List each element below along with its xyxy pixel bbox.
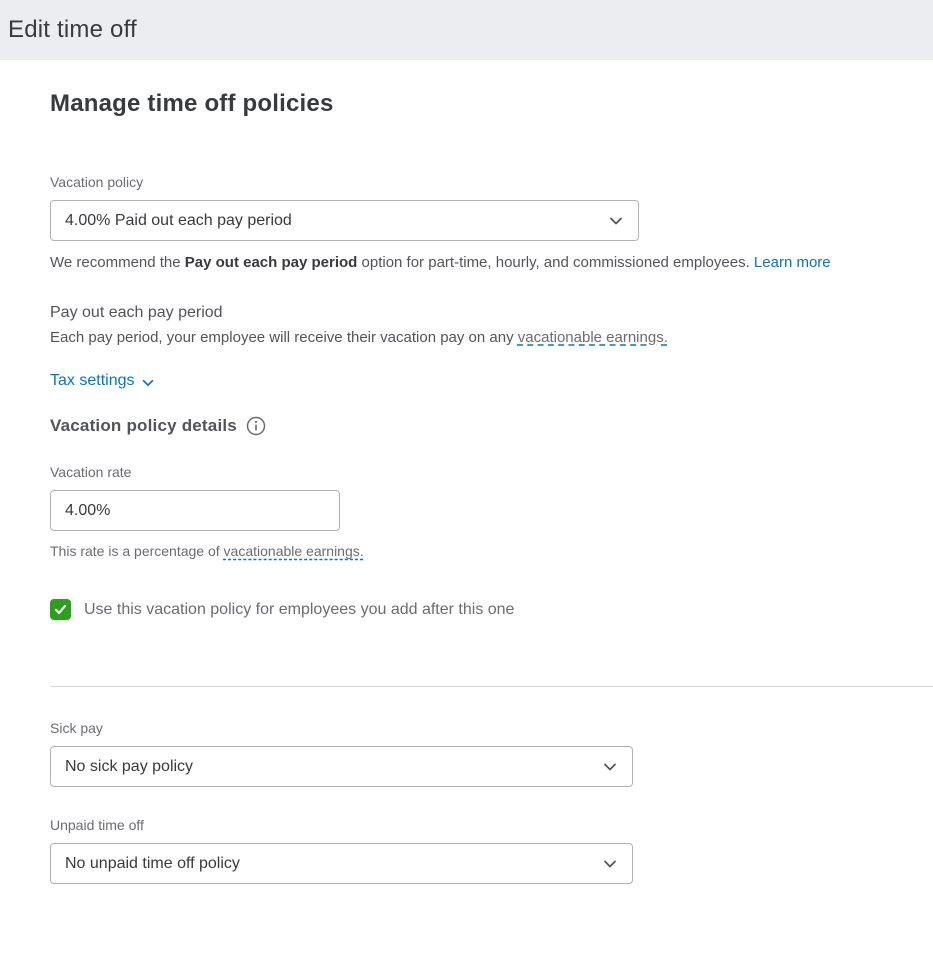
vacation-details-heading-row: Vacation policy details	[50, 416, 933, 436]
chevron-down-icon	[608, 213, 624, 229]
sick-pay-selected-value: No sick pay policy	[65, 758, 193, 776]
hint-prefix: We recommend the	[50, 254, 185, 271]
section-divider	[50, 686, 933, 687]
vacation-policy-label: Vacation policy	[50, 174, 933, 190]
payout-section-title: Pay out each pay period	[50, 304, 933, 322]
tax-settings-label: Tax settings	[50, 372, 134, 390]
vacationable-earnings-tooltip-link[interactable]: vacationable earnings.	[518, 329, 668, 346]
page-title: Edit time off	[8, 16, 137, 44]
vacation-details-heading: Vacation policy details	[50, 416, 237, 436]
default-policy-checkbox-label: Use this vacation policy for employees y…	[84, 601, 514, 619]
unpaid-time-off-selected-value: No unpaid time off policy	[65, 855, 240, 873]
sick-pay-label: Sick pay	[50, 720, 933, 736]
tax-settings-toggle[interactable]: Tax settings	[50, 372, 155, 390]
unpaid-time-off-select[interactable]: No unpaid time off policy	[50, 843, 633, 884]
vacation-policy-selected-value: 4.00% Paid out each pay period	[65, 212, 292, 230]
hint-suffix: option for part-time, hourly, and commis…	[357, 254, 754, 271]
page-header: Edit time off	[0, 0, 933, 60]
sick-pay-select[interactable]: No sick pay policy	[50, 746, 633, 787]
default-policy-checkbox-row: Use this vacation policy for employees y…	[50, 599, 933, 620]
vacation-policy-hint: We recommend the Pay out each pay period…	[50, 254, 933, 271]
hint-bold: Pay out each pay period	[185, 254, 358, 271]
chevron-down-icon	[602, 856, 618, 872]
vacation-rate-note: This rate is a percentage of vacationabl…	[50, 543, 933, 559]
chevron-down-icon	[141, 376, 155, 390]
payout-section-description: Each pay period, your employee will rece…	[50, 329, 933, 346]
chevron-down-icon	[602, 759, 618, 775]
unpaid-time-off-label: Unpaid time off	[50, 817, 933, 833]
section-heading: Manage time off policies	[50, 90, 933, 118]
checkmark-icon	[54, 603, 67, 616]
vacation-policy-select[interactable]: 4.00% Paid out each pay period	[50, 200, 639, 241]
rate-note-text: This rate is a percentage of	[50, 543, 224, 559]
main-content: Manage time off policies Vacation policy…	[0, 60, 933, 884]
vacation-rate-input[interactable]	[50, 490, 340, 531]
payout-desc-text: Each pay period, your employee will rece…	[50, 329, 518, 346]
learn-more-link[interactable]: Learn more	[754, 254, 831, 271]
vacation-rate-label: Vacation rate	[50, 464, 933, 480]
default-policy-checkbox[interactable]	[50, 599, 71, 620]
vacationable-earnings-tooltip-link[interactable]: vacationable earnings.	[224, 543, 364, 559]
info-icon[interactable]	[246, 416, 266, 436]
